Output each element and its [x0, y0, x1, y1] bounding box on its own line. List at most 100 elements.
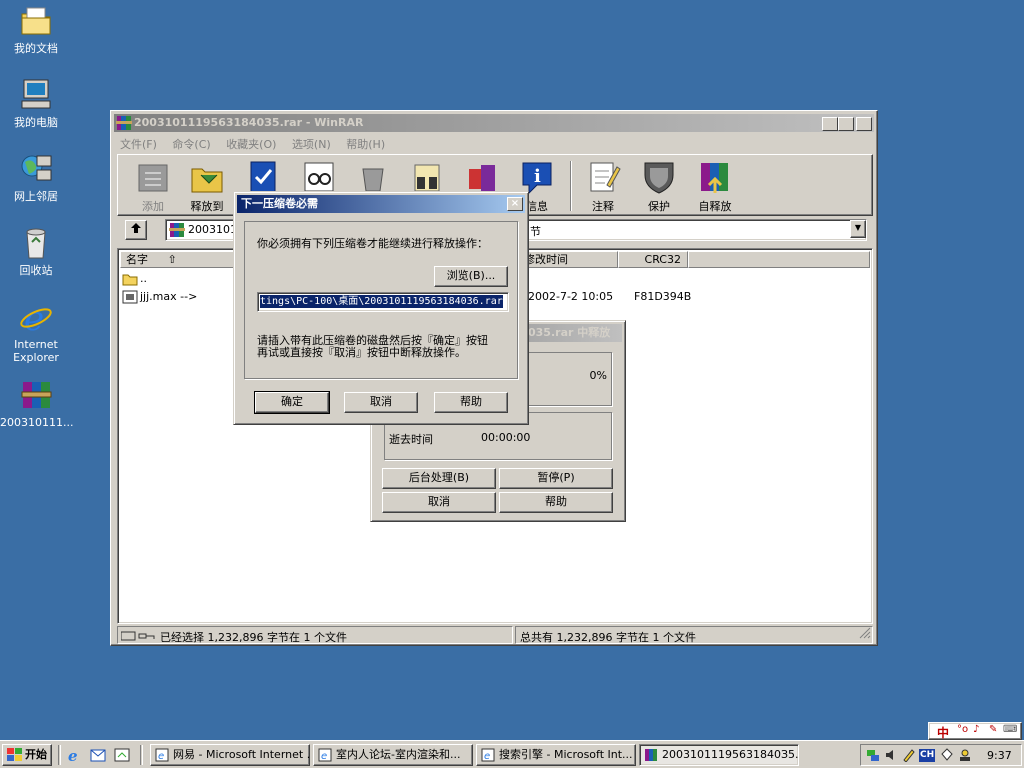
- tray-shield-icon[interactable]: [940, 748, 954, 762]
- close-button[interactable]: ×: [856, 117, 872, 131]
- ok-button[interactable]: 确定: [254, 391, 330, 414]
- comment-icon: [585, 159, 621, 195]
- task-button-forum[interactable]: e 室内人论坛-室内渲染和...: [313, 744, 473, 766]
- window-title: 20031011195631840З5.rar - WinRAR: [134, 116, 364, 129]
- ie-page-icon: e: [155, 748, 169, 762]
- tray-pen-icon[interactable]: [902, 748, 916, 763]
- tray-volume-icon[interactable]: [884, 748, 898, 762]
- volume-path-field[interactable]: tings\PC-100\桌面\20031011195631840З6.rar: [257, 292, 509, 312]
- column-header-crc[interactable]: CRC32: [618, 251, 688, 268]
- tray-ime-badge[interactable]: CH: [919, 749, 936, 762]
- svg-text:e: e: [158, 751, 164, 762]
- info-icon: i: [519, 159, 555, 195]
- pause-button[interactable]: 暂停(P): [499, 468, 613, 489]
- dialog-title: 下一压缩卷必需: [241, 197, 318, 210]
- ime-chinese-icon[interactable]: 中: [937, 724, 949, 741]
- svg-text:i: i: [534, 166, 541, 187]
- add-icon: [135, 159, 171, 195]
- desktop-icon-my-documents[interactable]: 我的文档: [0, 4, 72, 55]
- extract-to-icon: [189, 159, 225, 195]
- up-folder-button[interactable]: [125, 220, 147, 240]
- ime-punct-icon[interactable]: ♪: [973, 724, 979, 735]
- minimize-button[interactable]: _: [822, 117, 838, 131]
- taskbar: 开始 e e 网易 - Microsoft Internet ... e 室内人…: [0, 740, 1024, 768]
- tray-network-icon[interactable]: [866, 748, 880, 762]
- desktop-icon-label: 我的文档: [14, 42, 58, 55]
- delete-icon: [355, 159, 391, 195]
- status-left-panel: 已经选择 1,232,896 字节在 1 个文件: [117, 626, 513, 644]
- desktop-icon-label: 我的电脑: [14, 116, 58, 129]
- help-extract-button[interactable]: 帮助: [499, 492, 613, 513]
- instruction-line-2: 再试或直接按『取消』按钮中断释放操作。: [257, 346, 466, 359]
- cancel-button[interactable]: 取消: [344, 392, 418, 413]
- test-icon: [245, 159, 281, 195]
- ime-toolbar[interactable]: 中 °o ♪ ✎ ⌨: [928, 722, 1022, 740]
- elapsed-value: 00:00:00: [481, 431, 531, 444]
- browse-button[interactable]: 浏览(B)...: [434, 266, 508, 287]
- toolbar-separator: [570, 161, 572, 211]
- quicklaunch-ie-icon[interactable]: e: [68, 747, 78, 765]
- menu-help[interactable]: 帮助(H): [340, 133, 391, 152]
- my-documents-icon: [19, 4, 53, 38]
- desktop-icon-label: 网上邻居: [14, 190, 58, 203]
- menu-options[interactable]: 选项(N): [286, 133, 337, 152]
- toolbar-extract-to-button[interactable]: 释放到: [180, 157, 234, 214]
- ime-keyboard-icon[interactable]: ⌨: [1003, 724, 1017, 735]
- winrar-archive-icon: [19, 378, 53, 412]
- folder-icon: [122, 272, 138, 289]
- desktop-icon-recycle-bin[interactable]: 回收站: [0, 226, 72, 277]
- ime-settings-icon[interactable]: ✎: [989, 724, 997, 735]
- dialog-close-button[interactable]: ×: [507, 197, 523, 211]
- tray-user-icon[interactable]: [958, 748, 972, 762]
- maximize-button[interactable]: □: [838, 117, 854, 131]
- help-button[interactable]: 帮助: [434, 392, 508, 413]
- desktop-icon-network[interactable]: 网上邻居: [0, 152, 72, 203]
- file-icon: [122, 290, 138, 307]
- winrar-titlebar[interactable]: 20031011195631840З5.rar - WinRAR _ □ ×: [114, 114, 874, 132]
- resize-grip-icon[interactable]: [859, 627, 871, 642]
- toolbar-sfx-button[interactable]: 自释放: [688, 157, 742, 214]
- internet-explorer-icon: e: [19, 299, 53, 339]
- find-icon: [409, 159, 445, 195]
- volume-path-value: tings\PC-100\桌面\20031011195631840З6.rar: [260, 295, 503, 308]
- wizard-icon: [465, 159, 501, 195]
- path-dropdown-button[interactable]: ▼: [850, 220, 866, 238]
- menu-commands[interactable]: 命令(C): [166, 133, 216, 152]
- desktop-icon-my-computer[interactable]: 我的电脑: [0, 78, 72, 129]
- volume-message: 你必须拥有下列压缩卷才能继续进行释放操作：: [257, 237, 488, 250]
- task-button-winrar[interactable]: 20031011195631840З5.r...: [639, 744, 799, 766]
- up-arrow-icon: [131, 223, 141, 233]
- menu-file[interactable]: 文件(F): [114, 133, 163, 152]
- ie-page-icon: e: [481, 748, 495, 762]
- menu-bar: 文件(F) 命令(C) 收藏夹(O) 选项(N) 帮助(H): [114, 133, 874, 152]
- tasks-separator: [140, 745, 143, 765]
- path-text: 2003101: [188, 223, 237, 236]
- task-button-search[interactable]: e 搜索引擎 - Microsoft Int...: [476, 744, 636, 766]
- column-header-filler: [688, 251, 870, 268]
- desktop-icon-label: Internet Explorer: [13, 338, 59, 364]
- column-header-modified[interactable]: 修改时间: [520, 251, 618, 268]
- cancel-extract-button[interactable]: 取消: [382, 492, 496, 513]
- start-button[interactable]: 开始: [2, 744, 52, 766]
- toolbar-add-button[interactable]: 添加: [126, 157, 180, 214]
- archive-small-icon: [169, 222, 185, 238]
- ime-mode-icon[interactable]: °o: [957, 724, 968, 735]
- desktop-icon-archive[interactable]: 200310111...: [0, 378, 74, 429]
- task-button-netease[interactable]: e 网易 - Microsoft Internet ...: [150, 744, 310, 766]
- toolbar-comment-button[interactable]: 注释: [576, 157, 630, 214]
- quicklaunch-outlook-icon[interactable]: [90, 747, 106, 766]
- desktop-icon-ie[interactable]: e Internet Explorer: [0, 299, 72, 364]
- menu-favorites[interactable]: 收藏夹(O): [220, 133, 282, 152]
- elapsed-label: 逝去时间: [389, 433, 433, 446]
- svg-text:e: e: [484, 751, 490, 762]
- next-volume-titlebar[interactable]: 下一压缩卷必需 ×: [237, 195, 525, 213]
- recycle-bin-icon: [19, 226, 53, 260]
- quicklaunch-separator: [58, 745, 61, 765]
- desktop-icon-label: 200310111...: [0, 416, 74, 429]
- toolbar-protect-button[interactable]: 保护: [632, 157, 686, 214]
- status-right-panel: 总共有 1,232,896 字节在 1 个文件: [515, 626, 873, 644]
- network-neighborhood-icon: [19, 152, 53, 186]
- quicklaunch-desktop-icon[interactable]: [114, 747, 130, 766]
- tray-clock[interactable]: 9:37: [987, 749, 1012, 762]
- background-button[interactable]: 后台处理(B): [382, 468, 496, 489]
